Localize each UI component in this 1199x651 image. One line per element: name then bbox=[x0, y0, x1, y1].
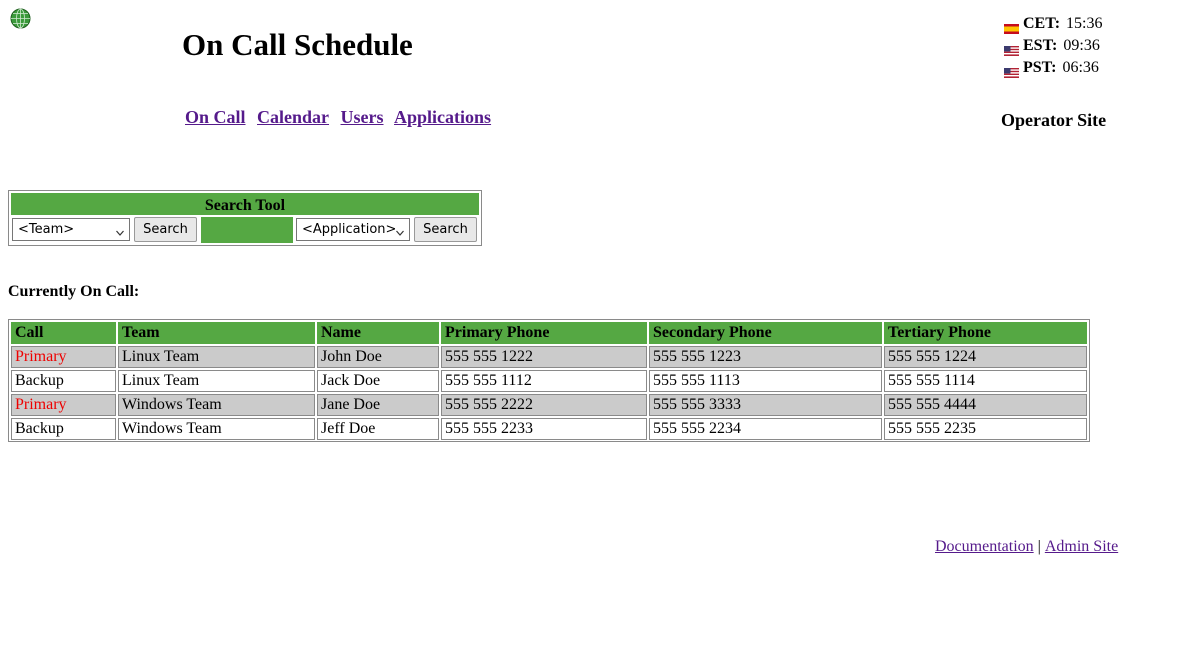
clock-est: EST: 09:36 bbox=[1004, 35, 1103, 57]
clock-zone-label: CET: bbox=[1023, 15, 1061, 32]
column-header: Name bbox=[317, 322, 439, 344]
table-cell-call: Backup bbox=[11, 418, 116, 440]
column-header: Team bbox=[118, 322, 315, 344]
operator-site-label: Operator Site bbox=[1001, 110, 1107, 130]
clock-time: 09:36 bbox=[1063, 37, 1100, 54]
footer-links: Documentation | Admin Site bbox=[935, 538, 1118, 556]
usa-flag-icon bbox=[1004, 41, 1019, 56]
table-cell-secondary-phone: 555 555 3333 bbox=[649, 394, 882, 416]
column-header: Call bbox=[11, 322, 116, 344]
globe-logo-icon bbox=[10, 8, 31, 29]
table-cell-tertiary-phone: 555 555 1114 bbox=[884, 370, 1087, 392]
main-nav: On Call Calendar Users Applications bbox=[185, 107, 498, 128]
clock-time: 15:36 bbox=[1066, 15, 1103, 32]
team-select-value: <Team> bbox=[18, 222, 75, 237]
table-cell-team: Linux Team bbox=[118, 370, 315, 392]
application-select[interactable]: <Application> bbox=[296, 218, 410, 241]
table-cell-secondary-phone: 555 555 1113 bbox=[649, 370, 882, 392]
clock-zone-label: EST: bbox=[1023, 37, 1058, 54]
clock-pst: PST: 06:36 bbox=[1004, 57, 1103, 79]
nav-link-users[interactable]: Users bbox=[341, 107, 384, 127]
column-header: Secondary Phone bbox=[649, 322, 882, 344]
search-tool-title: Search Tool bbox=[11, 193, 479, 215]
table-cell-call: Primary bbox=[11, 394, 116, 416]
table-cell-call: Backup bbox=[11, 370, 116, 392]
admin-site-link[interactable]: Admin Site bbox=[1045, 538, 1118, 555]
table-cell-tertiary-phone: 555 555 2235 bbox=[884, 418, 1087, 440]
on-call-table: Call Team Name Primary Phone Secondary P… bbox=[8, 319, 1090, 442]
team-search-button[interactable]: Search bbox=[134, 217, 197, 242]
table-cell-primary-phone: 555 555 2233 bbox=[441, 418, 647, 440]
usa-flag-icon bbox=[1004, 63, 1019, 78]
table-cell-team: Windows Team bbox=[118, 394, 315, 416]
team-select[interactable]: <Team> bbox=[12, 218, 130, 241]
table-cell-team: Windows Team bbox=[118, 418, 315, 440]
table-cell-name: Jack Doe bbox=[317, 370, 439, 392]
clock-time: 06:36 bbox=[1062, 59, 1099, 76]
documentation-link[interactable]: Documentation bbox=[935, 538, 1034, 555]
page-title: On Call Schedule bbox=[182, 27, 413, 62]
table-cell-name: John Doe bbox=[317, 346, 439, 368]
column-header: Tertiary Phone bbox=[884, 322, 1087, 344]
application-search-button[interactable]: Search bbox=[414, 217, 477, 242]
search-tool-spacer bbox=[201, 217, 293, 243]
chevron-down-icon bbox=[116, 225, 124, 236]
chevron-down-icon bbox=[396, 225, 404, 236]
timezone-clocks: CET: 15:36 EST: 09:36 PST: 06:36 bbox=[1004, 13, 1103, 79]
nav-link-calendar[interactable]: Calendar bbox=[257, 107, 329, 127]
footer-separator: | bbox=[1037, 538, 1041, 555]
table-cell-tertiary-phone: 555 555 1224 bbox=[884, 346, 1087, 368]
table-cell-name: Jane Doe bbox=[317, 394, 439, 416]
table-cell-secondary-phone: 555 555 2234 bbox=[649, 418, 882, 440]
table-cell-name: Jeff Doe bbox=[317, 418, 439, 440]
table-cell-call: Primary bbox=[11, 346, 116, 368]
application-select-value: <Application> bbox=[302, 222, 397, 237]
table-cell-tertiary-phone: 555 555 4444 bbox=[884, 394, 1087, 416]
currently-on-call-heading: Currently On Call: bbox=[8, 283, 140, 300]
table-cell-secondary-phone: 555 555 1223 bbox=[649, 346, 882, 368]
search-tool-panel: Search Tool <Team> Search <Application> … bbox=[8, 190, 482, 246]
table-cell-team: Linux Team bbox=[118, 346, 315, 368]
clock-zone-label: PST: bbox=[1023, 59, 1057, 76]
column-header: Primary Phone bbox=[441, 322, 647, 344]
nav-link-applications[interactable]: Applications bbox=[394, 107, 491, 127]
spain-flag-icon bbox=[1004, 19, 1019, 34]
nav-link-on-call[interactable]: On Call bbox=[185, 107, 246, 127]
table-cell-primary-phone: 555 555 1112 bbox=[441, 370, 647, 392]
clock-cet: CET: 15:36 bbox=[1004, 13, 1103, 35]
table-cell-primary-phone: 555 555 2222 bbox=[441, 394, 647, 416]
table-cell-primary-phone: 555 555 1222 bbox=[441, 346, 647, 368]
